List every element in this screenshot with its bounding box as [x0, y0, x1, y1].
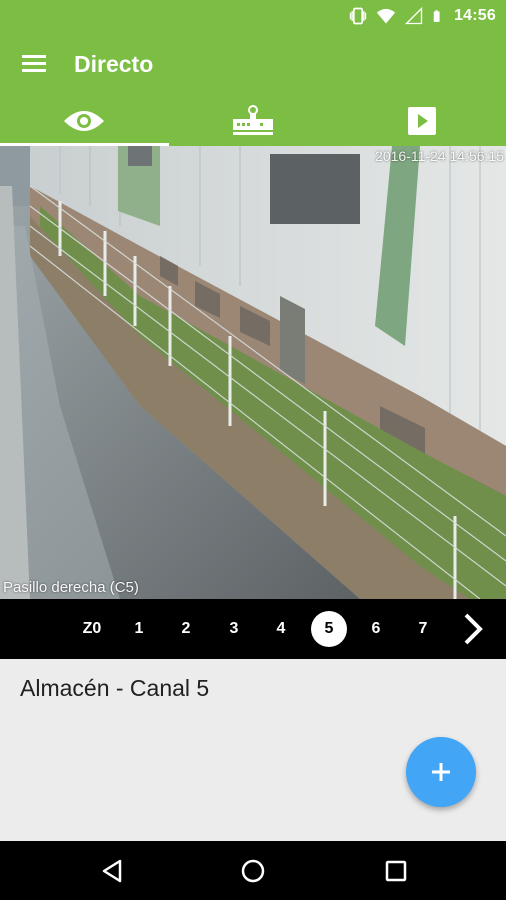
- dvr-icon: [233, 105, 273, 135]
- navigation-bar: [0, 841, 506, 900]
- channel-4[interactable]: 4: [263, 611, 299, 647]
- tab-playback[interactable]: [337, 96, 506, 146]
- camera-timestamp: 2016-11-24 14:56:15: [375, 148, 504, 164]
- tab-bar: [0, 96, 506, 146]
- channel-1[interactable]: 1: [121, 611, 157, 647]
- channel-3[interactable]: 3: [216, 611, 252, 647]
- content-area: Almacén - Canal 5: [0, 659, 506, 841]
- chevron-right-icon: [464, 613, 483, 645]
- back-button[interactable]: [96, 855, 128, 887]
- tab-recorder[interactable]: [169, 96, 338, 146]
- tab-live[interactable]: [0, 96, 169, 146]
- recents-icon: [385, 860, 407, 882]
- channel-7[interactable]: 7: [405, 611, 441, 647]
- battery-icon: [433, 10, 440, 22]
- play-icon: [407, 107, 436, 135]
- next-channels-button[interactable]: [458, 611, 488, 647]
- wifi-icon: [376, 8, 396, 24]
- camera-label: Pasillo derecha (C5): [3, 579, 139, 596]
- cell-signal-icon: [404, 6, 423, 25]
- vibrate-icon: [349, 7, 367, 25]
- camera-image: [0, 146, 506, 599]
- channel-6[interactable]: 6: [358, 611, 394, 647]
- add-button[interactable]: [406, 737, 476, 807]
- menu-button[interactable]: [16, 48, 52, 80]
- status-time: 14:56: [454, 7, 496, 24]
- status-icons: 14:56: [348, 6, 496, 26]
- app-bar: Directo: [0, 32, 506, 96]
- channel-2[interactable]: 2: [168, 611, 204, 647]
- channel-5[interactable]: 5: [311, 611, 347, 647]
- camera-feed[interactable]: 2016-11-24 14:56:15 Pasillo derecha (C5): [0, 146, 506, 599]
- status-bar: 14:56: [0, 0, 506, 32]
- channel-z0[interactable]: Z0: [74, 611, 110, 647]
- hamburger-menu-icon: [22, 55, 46, 72]
- home-button[interactable]: [237, 855, 269, 887]
- back-icon: [102, 859, 122, 883]
- location-title: Almacén - Canal 5: [20, 675, 210, 701]
- home-icon: [241, 859, 265, 883]
- add-icon: [432, 763, 450, 781]
- eye-icon: [64, 111, 105, 131]
- channel-bar: Z0 1 2 3 4 5 6 7: [0, 599, 506, 659]
- recents-button[interactable]: [380, 855, 412, 887]
- page-title: Directo: [74, 51, 154, 77]
